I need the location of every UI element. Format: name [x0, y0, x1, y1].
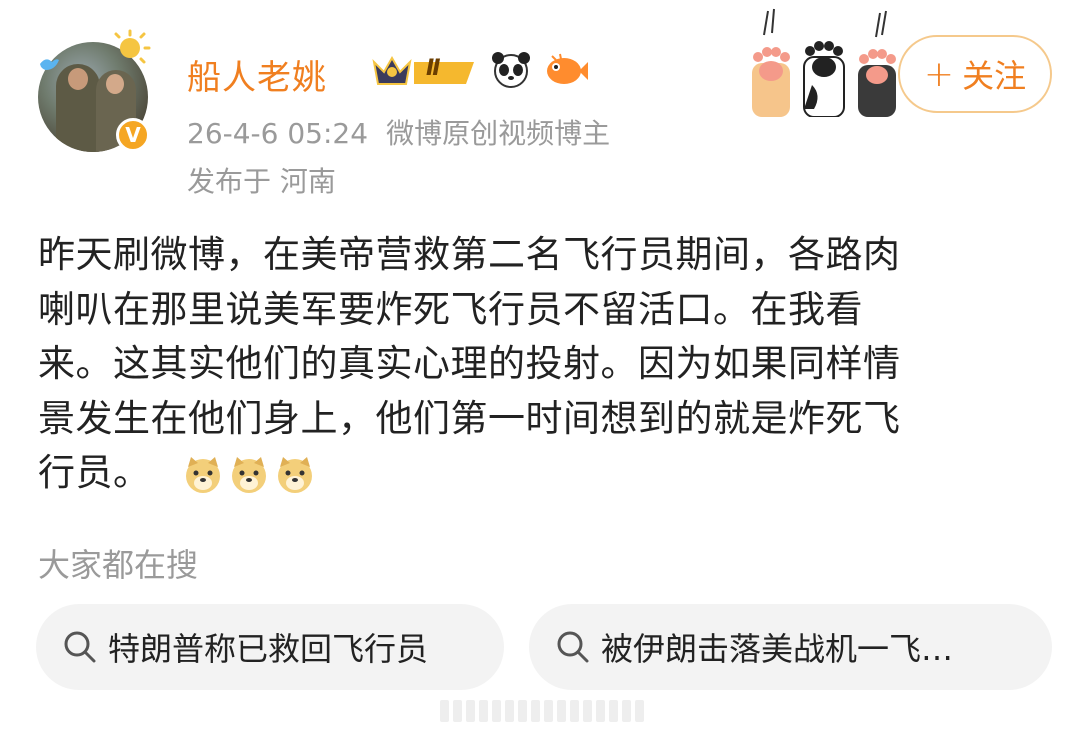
follow-label: 关注 — [962, 57, 1027, 95]
post-line: 昨天刷微博，在美帝营救第二名飞行员期间，各路肉 — [38, 233, 901, 276]
location: 发布于 河南 — [187, 165, 336, 198]
bird-icon — [40, 59, 59, 70]
trending-title: 大家都在搜 — [38, 546, 199, 584]
source-label: 微博原创视频博主 — [386, 117, 611, 150]
doge-emoji — [185, 456, 220, 493]
verified-v-badge: V — [116, 118, 150, 152]
trending-search-label: 特朗普称已救回飞行员 — [108, 630, 429, 668]
follow-button[interactable]: + 关注 — [898, 35, 1052, 113]
doge-emoji — [231, 456, 266, 493]
badge-level-text: Ⅱ — [426, 56, 441, 81]
search-icon — [557, 631, 589, 663]
sun-icon — [114, 29, 151, 64]
username[interactable]: 船人老姚 — [187, 50, 327, 99]
post-line: 喇叭在那里说美军要炸死飞行员不留活口。在我看 — [38, 287, 863, 331]
post-line: 来。这其实他们的真实心理的投射。因为如果同样情 — [38, 342, 901, 385]
post-text: 昨天刷微博，在美帝营救第二名飞行员期间，各路肉 喇叭在那里说美军要炸死飞行员不留… — [38, 228, 1048, 501]
post-line: 景发生在他们身上，他们第一时间想到的就是炸死飞 — [38, 396, 901, 440]
trending-search-chip[interactable]: 特朗普称已救回飞行员 — [36, 604, 504, 690]
fish-badge[interactable] — [542, 50, 590, 90]
cat-paws-decoration — [752, 8, 896, 117]
post-line: 行员。 — [38, 451, 151, 494]
timestamp: 26-4-6 05:24 — [187, 117, 369, 150]
search-icon — [64, 631, 96, 663]
trending-search-label: 被伊朗击落美战机一飞… — [601, 630, 954, 668]
panda-badge[interactable] — [488, 50, 534, 90]
trending-search-chip[interactable]: 被伊朗击落美战机一飞… — [529, 604, 1052, 690]
post-meta: 26-4-6 05:24 微博原创视频博主 — [187, 112, 610, 152]
watermark — [440, 700, 650, 724]
doge-emoji — [277, 456, 312, 493]
crown-level-badge[interactable]: Ⅱ — [370, 50, 480, 90]
plus-icon: + — [923, 53, 955, 95]
